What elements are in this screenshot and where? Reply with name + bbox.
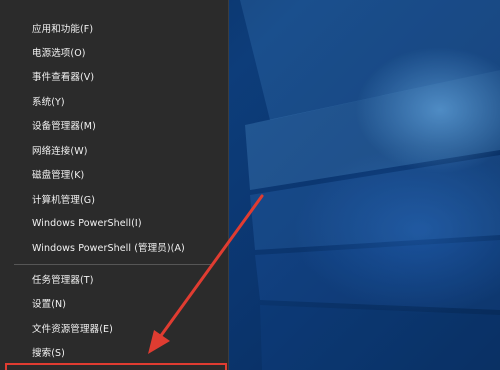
menu-item-power-options[interactable]: 电源选项(O) bbox=[0, 40, 229, 64]
menu-item-system[interactable]: 系统(Y) bbox=[0, 89, 229, 113]
menu-item-windows-powershell[interactable]: Windows PowerShell(I) bbox=[0, 211, 229, 235]
menu-item-windows-powershell-admin[interactable]: Windows PowerShell (管理员)(A) bbox=[0, 235, 229, 259]
menu-item-search[interactable]: 搜索(S) bbox=[0, 340, 229, 364]
menu-item-computer-management[interactable]: 计算机管理(G) bbox=[0, 187, 229, 211]
menu-item-file-explorer[interactable]: 文件资源管理器(E) bbox=[0, 316, 229, 340]
menu-item-device-manager[interactable]: 设备管理器(M) bbox=[0, 113, 229, 137]
menu-separator bbox=[14, 264, 214, 265]
menu-item-settings[interactable]: 设置(N) bbox=[0, 291, 229, 315]
winx-context-menu: 应用和功能(F) 电源选项(O) 事件查看器(V) 系统(Y) 设备管理器(M)… bbox=[0, 0, 229, 370]
menu-item-task-manager[interactable]: 任务管理器(T) bbox=[0, 267, 229, 291]
menu-item-network-connections[interactable]: 网络连接(W) bbox=[0, 138, 229, 162]
menu-item-event-viewer[interactable]: 事件查看器(V) bbox=[0, 64, 229, 88]
menu-item-apps-and-features[interactable]: 应用和功能(F) bbox=[0, 16, 229, 40]
annotation-highlight-box bbox=[5, 363, 227, 370]
menu-item-disk-management[interactable]: 磁盘管理(K) bbox=[0, 162, 229, 186]
